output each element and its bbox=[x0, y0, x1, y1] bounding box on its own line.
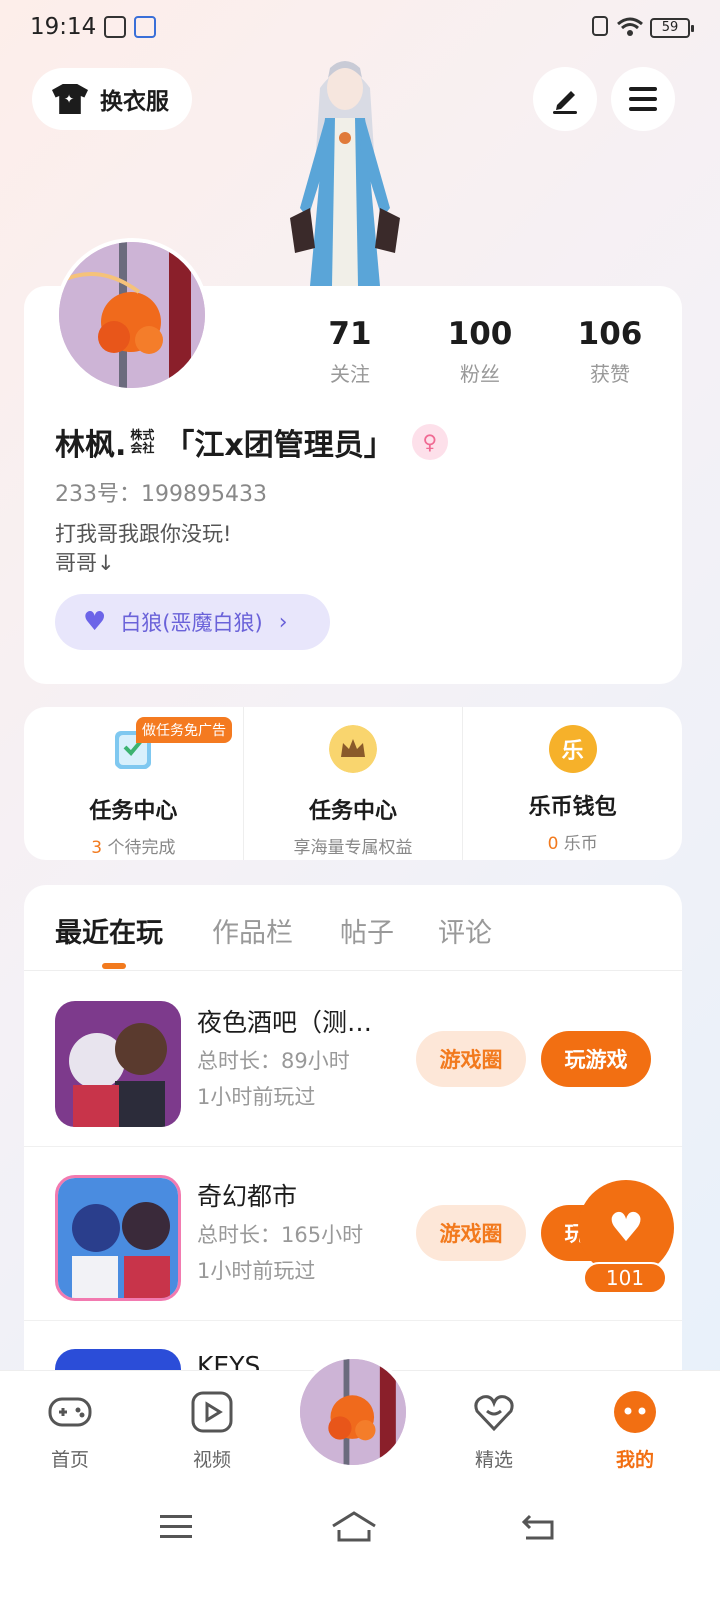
floating-like-count: 101 bbox=[583, 1262, 667, 1294]
task-center-item[interactable]: 做任务免广告 任务中心 3 个待完成 bbox=[24, 707, 243, 860]
user-id: 233号：199895433 bbox=[55, 482, 267, 507]
game-row[interactable]: 夜色酒吧（测… 总时长：89小时 1小时前玩过 游戏圈 玩游戏 bbox=[24, 973, 682, 1147]
crown-icon bbox=[329, 725, 377, 773]
system-navigation-bar bbox=[0, 1492, 720, 1600]
app-notification-icon bbox=[134, 16, 156, 38]
female-icon: ♀ bbox=[411, 424, 448, 460]
stat-likes-label: 获赞 bbox=[590, 362, 630, 386]
status-bar: 19:14 59 bbox=[0, 0, 720, 56]
nav-home-label: 首页 bbox=[50, 1449, 89, 1471]
face-icon bbox=[614, 1391, 656, 1433]
member-center-title: 任务中心 bbox=[309, 799, 398, 824]
username-corp-mark: 株式会社 bbox=[130, 428, 155, 455]
nav-center-avatar[interactable] bbox=[296, 1355, 410, 1469]
nav-me-label: 我的 bbox=[615, 1449, 654, 1471]
member-center-sub: 享海量专属权益 bbox=[293, 838, 413, 858]
coin-icon: 乐 bbox=[548, 725, 597, 773]
wallet-sub-text: 乐币 bbox=[558, 834, 598, 854]
home-icon[interactable] bbox=[330, 1510, 378, 1544]
stat-fans[interactable]: 100 粉丝 bbox=[430, 316, 530, 387]
recent-games-card: 最近在玩 作品栏 帖子 评论 夜色酒吧（测… 总时长：89小时 1小时前玩过 游… bbox=[24, 885, 682, 1385]
task-center-sub-text: 个待完成 bbox=[102, 838, 176, 858]
game-thumbnail[interactable] bbox=[55, 1175, 181, 1301]
wallet-item[interactable]: 乐 乐币钱包 0 乐币 bbox=[462, 707, 682, 860]
game-name: 夜色酒吧（测… bbox=[197, 1008, 373, 1037]
change-outfit-label: 换衣服 bbox=[100, 89, 169, 115]
coin-count: 0 bbox=[547, 834, 559, 854]
quick-actions-card: 做任务免广告 任务中心 3 个待完成 任务中心 享海量专属权益 乐 乐币钱包 0… bbox=[24, 707, 682, 860]
shirt-icon bbox=[52, 84, 88, 114]
task-count: 3 bbox=[91, 838, 103, 858]
game-cover-image bbox=[58, 1178, 178, 1298]
profile-stats: 71 关注 100 粉丝 106 获赞 bbox=[300, 316, 660, 387]
user-bio-line: 打我哥我跟你没玩! bbox=[55, 522, 232, 546]
menu-button[interactable] bbox=[611, 67, 675, 131]
recents-icon[interactable] bbox=[158, 1512, 194, 1542]
user-bio: 打我哥我跟你没玩! 哥哥↓ bbox=[55, 520, 231, 578]
tab-indicator bbox=[102, 963, 126, 969]
profile-avatar[interactable] bbox=[55, 238, 209, 392]
task-center-title: 任务中心 bbox=[89, 799, 178, 824]
guild-tag-label: 白狼(恶魔白狼) bbox=[120, 611, 263, 635]
stat-likes-count: 106 bbox=[577, 316, 643, 352]
stat-following[interactable]: 71 关注 bbox=[300, 316, 400, 387]
battery-icon: 59 bbox=[650, 18, 694, 38]
game-duration: 总时长：165小时 bbox=[197, 1223, 364, 1247]
play-game-button[interactable]: 玩游戏 bbox=[541, 1031, 651, 1087]
tab-works[interactable]: 作品栏 bbox=[212, 911, 293, 950]
user-bio-line: 哥哥↓ bbox=[55, 551, 115, 575]
stat-fans-label: 粉丝 bbox=[460, 362, 500, 386]
status-time: 19:14 bbox=[30, 14, 97, 40]
nav-featured[interactable]: 精选 bbox=[449, 1389, 539, 1472]
game-cover-image bbox=[55, 1001, 181, 1127]
avatar-image bbox=[59, 242, 205, 388]
edit-button[interactable] bbox=[533, 67, 597, 131]
nav-video[interactable]: 视频 bbox=[167, 1389, 257, 1472]
tab-comments[interactable]: 评论 bbox=[438, 911, 492, 950]
heart-smile-icon bbox=[474, 1395, 514, 1432]
profile-tabs: 最近在玩 作品栏 帖子 评论 bbox=[24, 885, 682, 971]
nav-featured-label: 精选 bbox=[474, 1449, 513, 1471]
hamburger-icon bbox=[629, 87, 657, 111]
tab-recent[interactable]: 最近在玩 bbox=[55, 911, 163, 950]
back-icon[interactable] bbox=[520, 1512, 556, 1542]
username-title: 「江x团管理员」 bbox=[164, 428, 394, 463]
gamepad-icon bbox=[48, 1397, 92, 1427]
game-last-played: 1小时前玩过 bbox=[197, 1085, 316, 1109]
guild-tag-button[interactable]: ♥ 白狼(恶魔白狼) › bbox=[55, 594, 330, 650]
chevron-right-icon: › bbox=[278, 609, 288, 635]
avatar-image bbox=[300, 1359, 406, 1465]
stat-likes[interactable]: 106 获赞 bbox=[560, 316, 660, 387]
avatar-figure[interactable] bbox=[280, 58, 410, 288]
nav-me[interactable]: 我的 bbox=[590, 1389, 680, 1472]
sim-icon bbox=[592, 16, 608, 36]
game-last-played: 1小时前玩过 bbox=[197, 1259, 316, 1283]
username-row: 林枫. 株式会社 「江x团管理员」 ♀ bbox=[55, 420, 448, 464]
tab-posts[interactable]: 帖子 bbox=[340, 911, 394, 950]
game-thumbnail[interactable] bbox=[55, 1001, 181, 1127]
heart-icon: ♥ bbox=[608, 1205, 644, 1251]
game-name: 奇幻都市 bbox=[197, 1182, 298, 1211]
stat-fans-count: 100 bbox=[447, 316, 513, 352]
wallet-title: 乐币钱包 bbox=[528, 795, 617, 820]
wallet-sub: 0 乐币 bbox=[463, 829, 682, 854]
heart-icon: ♥ bbox=[83, 607, 107, 637]
member-center-item[interactable]: 任务中心 享海量专属权益 bbox=[242, 707, 463, 860]
username: 林枫. bbox=[55, 428, 127, 463]
stat-following-count: 71 bbox=[328, 316, 372, 352]
wifi-icon bbox=[617, 17, 643, 36]
game-circle-button[interactable]: 游戏圈 bbox=[416, 1205, 526, 1261]
game-duration: 总时长：89小时 bbox=[197, 1049, 350, 1073]
ad-free-badge: 做任务免广告 bbox=[136, 717, 232, 743]
stat-following-label: 关注 bbox=[330, 362, 370, 386]
app-notification-icon bbox=[104, 16, 126, 38]
pen-icon bbox=[553, 91, 577, 114]
task-center-sub: 3 个待完成 bbox=[24, 833, 243, 858]
nav-home[interactable]: 首页 bbox=[25, 1389, 115, 1472]
change-outfit-button[interactable]: 换衣服 bbox=[32, 68, 192, 130]
play-icon bbox=[191, 1391, 233, 1433]
game-circle-button[interactable]: 游戏圈 bbox=[416, 1031, 526, 1087]
nav-video-label: 视频 bbox=[192, 1449, 231, 1471]
